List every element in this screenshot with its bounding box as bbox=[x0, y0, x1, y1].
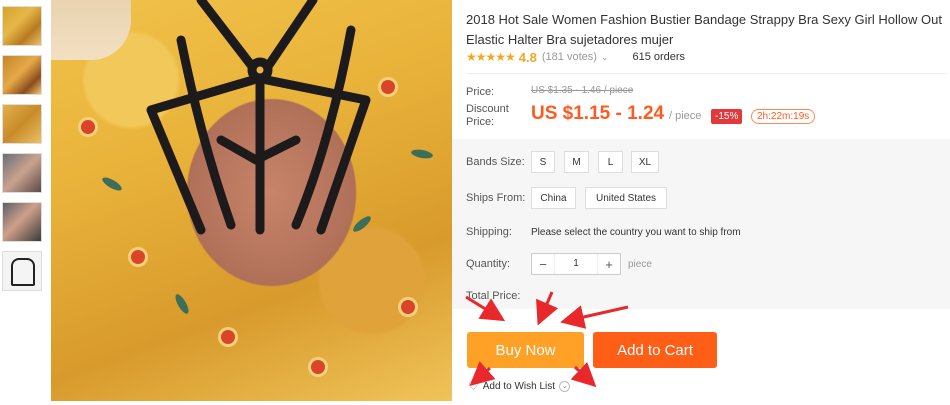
size-option-m[interactable]: M bbox=[564, 151, 589, 173]
thumbnail-list bbox=[2, 6, 44, 300]
discount-price-label: Discount Price: bbox=[466, 103, 509, 128]
thumbnail-3[interactable] bbox=[2, 104, 42, 144]
harness-shape bbox=[11, 258, 35, 286]
minus-icon[interactable]: − bbox=[532, 254, 554, 274]
quantity-label: Quantity: bbox=[466, 258, 511, 270]
original-price: US $1.35 - 1.46 / piece bbox=[531, 85, 634, 96]
plus-icon[interactable]: + bbox=[598, 254, 620, 274]
main-product-image bbox=[51, 0, 452, 401]
arrow bbox=[570, 361, 597, 388]
add-to-cart-button[interactable]: Add to Cart bbox=[593, 332, 717, 368]
add-to-wish-list[interactable]: ♡ Add to Wish List ⌄ bbox=[468, 379, 571, 393]
ships-from-label: Ships From: bbox=[466, 192, 526, 204]
thumbnail-6[interactable] bbox=[2, 251, 42, 291]
chevron-down-icon[interactable]: ⌄ bbox=[559, 380, 571, 392]
rating-row: ★★★★★ 4.8 (181 votes) ⌄ 615 orders bbox=[466, 49, 685, 65]
options-panel bbox=[452, 139, 950, 309]
thumbnail-1[interactable] bbox=[2, 6, 42, 46]
size-option-s[interactable]: S bbox=[531, 151, 555, 173]
heart-icon[interactable]: ♡ bbox=[468, 379, 479, 393]
product-title: 2018 Hot Sale Women Fashion Bustier Band… bbox=[466, 12, 942, 47]
votes-count[interactable]: (181 votes) bbox=[542, 51, 597, 63]
chevron-down-icon[interactable]: ⌄ bbox=[601, 52, 609, 63]
thumbnail-4[interactable] bbox=[2, 153, 42, 193]
ship-from-china[interactable]: China bbox=[531, 187, 576, 209]
bands-size-label: Bands Size: bbox=[466, 156, 525, 168]
per-piece-unit: / piece bbox=[669, 110, 702, 122]
wish-list-label[interactable]: Add to Wish List bbox=[483, 381, 555, 392]
quantity-input[interactable]: 1 bbox=[554, 254, 598, 274]
countdown-timer: 2h:22m:19s bbox=[751, 109, 816, 124]
price-label: Price: bbox=[466, 86, 495, 98]
thumbnail-2[interactable] bbox=[2, 55, 42, 95]
sale-price: US $1.15 - 1.24 bbox=[531, 103, 665, 124]
size-option-xl[interactable]: XL bbox=[631, 151, 659, 173]
harness-straps bbox=[146, 0, 371, 235]
arrow bbox=[560, 305, 629, 329]
shipping-message: Please select the country you want to sh… bbox=[531, 227, 741, 238]
quantity-unit: piece bbox=[628, 259, 652, 270]
ship-from-united-states[interactable]: United States bbox=[585, 187, 667, 209]
total-price-label: Total Price: bbox=[466, 290, 521, 302]
star-icon: ★★★★★ bbox=[466, 50, 516, 64]
divider bbox=[466, 73, 946, 74]
discount-badge: -15% bbox=[711, 109, 743, 124]
quantity-stepper: − 1 + bbox=[531, 253, 621, 275]
rating-value: 4.8 bbox=[518, 49, 537, 65]
buy-now-button[interactable]: Buy Now bbox=[467, 332, 584, 368]
thumbnail-5[interactable] bbox=[2, 202, 42, 242]
orders-count: 615 orders bbox=[632, 51, 686, 63]
shipping-label: Shipping: bbox=[466, 226, 512, 238]
size-option-l[interactable]: L bbox=[598, 151, 623, 173]
